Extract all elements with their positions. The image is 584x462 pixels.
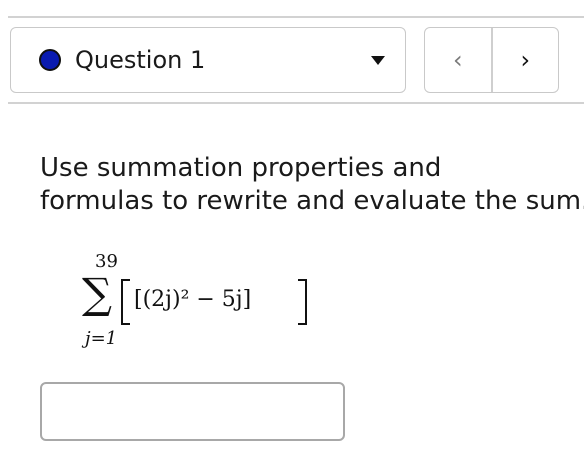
previous-question-button[interactable]: ‹ <box>425 28 493 92</box>
lower-limit: j=1 <box>81 328 117 349</box>
status-dot-icon <box>39 49 61 71</box>
question-prompt: Use summation properties and formulas to… <box>40 152 584 218</box>
summation-formula-svg: 39 ∑ j=1 [(2j)² − 5j] <box>81 251 307 349</box>
bottom-divider <box>8 102 584 104</box>
question-navigation: ‹ › <box>424 27 559 93</box>
summation-formula: 39 ∑ j=1 [(2j)² − 5j] <box>0 240 584 360</box>
prompt-line-1: Use summation properties and <box>40 153 442 183</box>
top-divider <box>8 16 584 18</box>
chevron-right-icon: › <box>520 46 531 74</box>
sigma-icon: ∑ <box>82 269 112 318</box>
question-page: Question 1 ‹ › Use summation properties … <box>0 0 584 462</box>
left-bracket <box>121 279 130 325</box>
chevron-left-icon: ‹ <box>452 46 463 74</box>
question-selector-dropdown[interactable]: Question 1 <box>10 27 406 93</box>
next-question-button[interactable]: › <box>493 28 559 92</box>
caret-down-icon <box>371 56 385 65</box>
summand: [(2j)² − 5j] <box>134 287 251 312</box>
prompt-line-2: formulas to rewrite and evaluate the sum… <box>40 186 584 216</box>
right-bracket <box>298 279 307 325</box>
question-label: Question 1 <box>75 46 206 74</box>
answer-input[interactable] <box>40 382 345 441</box>
